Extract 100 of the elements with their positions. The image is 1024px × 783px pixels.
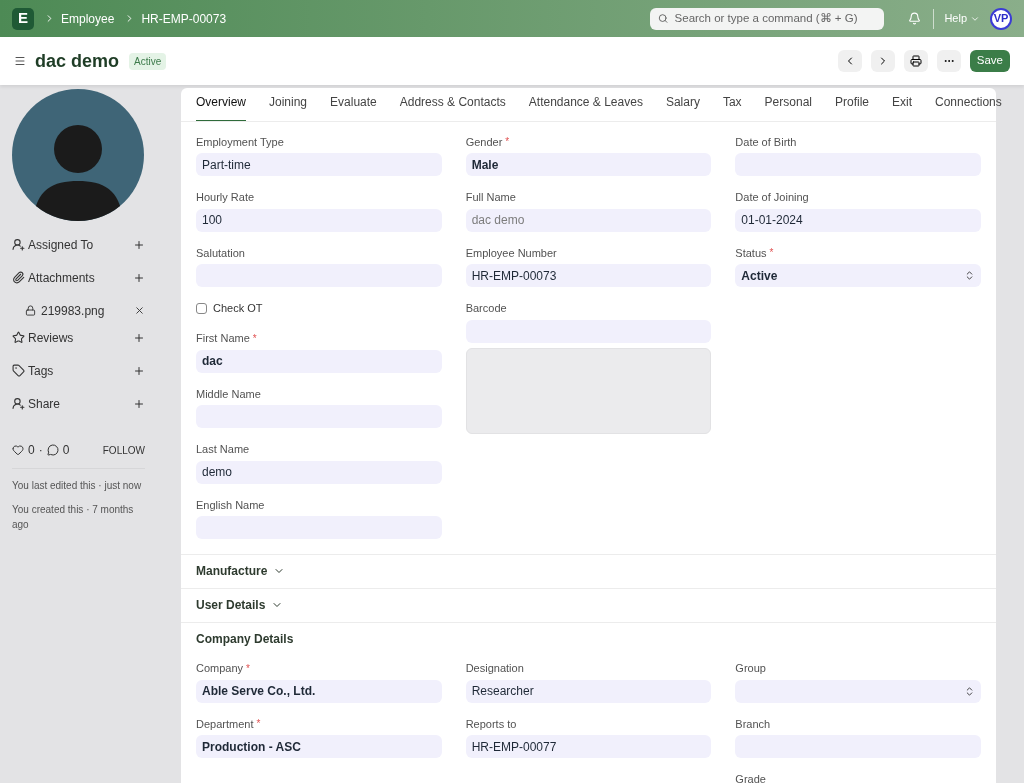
tab[interactable]: Exit xyxy=(892,93,912,121)
field-label: Branch xyxy=(735,716,771,732)
checkbox-label: Check OT xyxy=(213,301,263,317)
field-label: Date of Birth xyxy=(735,134,797,150)
field-label: Hourly Rate xyxy=(196,190,255,206)
status-badge: Active xyxy=(129,52,167,70)
breadcrumb-link[interactable]: HR-EMP-00073 xyxy=(141,9,227,28)
heart-icon[interactable] xyxy=(12,444,24,456)
sidebar-label[interactable]: Reviews xyxy=(28,328,74,347)
field-label: Department xyxy=(196,716,254,732)
search-icon xyxy=(658,13,669,24)
separator-dot: · xyxy=(38,442,43,459)
chevrons-icon xyxy=(964,270,975,281)
page-title: dac demo xyxy=(35,49,120,73)
sidebar-label[interactable]: Attachments xyxy=(28,268,95,287)
field-label: English Name xyxy=(196,497,265,513)
sidebar-label[interactable]: Tags xyxy=(28,361,54,380)
printer-icon xyxy=(909,55,922,67)
input-field[interactable]: dac demo xyxy=(465,208,712,232)
add-icon[interactable] xyxy=(133,271,145,284)
save-button[interactable]: Save xyxy=(969,50,1010,72)
tab[interactable]: Connections xyxy=(935,93,1002,121)
sidebar-label[interactable]: Assigned To xyxy=(28,235,94,254)
input-field[interactable]: Researcher xyxy=(465,679,712,703)
bell-icon[interactable] xyxy=(908,12,922,25)
required-mark: * xyxy=(769,248,774,258)
remove-icon[interactable] xyxy=(134,305,145,316)
timeline-entry: You last edited this · just now xyxy=(12,479,143,493)
required-mark: * xyxy=(252,333,257,344)
add-icon[interactable] xyxy=(133,397,145,410)
tab[interactable]: Address & Contacts xyxy=(399,93,506,121)
field-label: Grade xyxy=(735,772,766,783)
sidebar-label[interactable]: Share xyxy=(28,394,61,413)
input-field[interactable]: Production - ASC xyxy=(196,735,442,758)
field-label: Status xyxy=(735,245,767,261)
user-plus-icon xyxy=(12,397,25,410)
lock-icon xyxy=(25,305,36,316)
previous-button[interactable] xyxy=(837,50,862,72)
add-icon[interactable] xyxy=(133,364,145,377)
tab[interactable]: Salary xyxy=(665,93,700,121)
user-avatar[interactable]: VP xyxy=(990,7,1012,30)
search-field[interactable]: Search or type a command (⌘ + G) xyxy=(650,7,885,30)
menu-icon[interactable] xyxy=(14,55,26,67)
add-icon[interactable] xyxy=(133,331,145,344)
field-label: Company xyxy=(196,661,244,677)
tab[interactable]: Personal xyxy=(764,93,812,121)
tab[interactable]: Attendance & Leaves xyxy=(528,93,643,121)
comment-icon[interactable] xyxy=(46,444,59,456)
tab[interactable]: Joining xyxy=(269,93,308,121)
field-label: Barcode xyxy=(465,301,507,317)
attachment-link[interactable]: 219983.png xyxy=(41,301,105,320)
input-field[interactable]: Part-time xyxy=(196,153,442,176)
field-label: Designation xyxy=(465,661,524,677)
field-label: Reports to xyxy=(465,716,517,732)
field-label: Employee Number xyxy=(465,245,557,261)
field-label: Salutation xyxy=(196,245,245,261)
tab[interactable]: Profile xyxy=(835,93,869,121)
print-button[interactable] xyxy=(903,50,928,72)
follow-button[interactable]: FOLLOW xyxy=(102,442,145,458)
input-field[interactable]: 01-01-2024 xyxy=(735,208,981,232)
required-mark: * xyxy=(256,719,261,729)
chevrons-icon xyxy=(964,685,975,697)
field-label: Employment Type xyxy=(196,134,284,150)
star-icon xyxy=(12,331,25,344)
input-field[interactable]: Male xyxy=(465,153,712,176)
tab[interactable]: Tax xyxy=(722,93,742,121)
user-plus-icon xyxy=(12,238,25,251)
tab[interactable]: Overview xyxy=(196,93,246,121)
field-label: Full Name xyxy=(465,190,516,206)
section-header[interactable]: User Details xyxy=(181,588,299,622)
like-count: 0 xyxy=(28,442,35,459)
paperclip-icon xyxy=(12,271,25,284)
input-field[interactable]: HR-EMP-00077 xyxy=(465,735,712,758)
field-label: First Name xyxy=(196,331,250,347)
add-icon[interactable] xyxy=(133,238,145,251)
breadcrumb-link[interactable]: Employee xyxy=(61,9,115,28)
field-label: Middle Name xyxy=(196,386,261,402)
field-label: Gender xyxy=(465,134,503,150)
comment-count: 0 xyxy=(62,442,70,459)
input-field[interactable]: 100 xyxy=(196,208,442,232)
app-logo[interactable]: E xyxy=(12,7,34,30)
required-mark: * xyxy=(246,663,250,674)
input-field[interactable]: demo xyxy=(196,460,442,484)
tag-icon xyxy=(12,364,25,377)
timeline-entry: You created this · 7 months ago xyxy=(12,503,135,532)
next-button[interactable] xyxy=(870,50,895,72)
tab[interactable]: Evaluate xyxy=(330,93,377,121)
field-label: Last Name xyxy=(196,442,250,458)
input-field[interactable]: Able Serve Co., Ltd. xyxy=(196,679,442,703)
section-header[interactable]: Company Details xyxy=(181,622,309,656)
input-field[interactable]: HR-EMP-00073 xyxy=(465,264,712,287)
required-mark: * xyxy=(505,137,510,147)
more-button[interactable] xyxy=(936,50,961,72)
input-field[interactable]: dac xyxy=(196,349,442,373)
select-field[interactable] xyxy=(735,679,981,703)
section-header[interactable]: Manufacture xyxy=(181,554,301,588)
select-field[interactable]: Active xyxy=(735,264,981,287)
field-label: Date of Joining xyxy=(735,190,809,206)
field-label: Group xyxy=(735,661,766,677)
checkbox[interactable] xyxy=(196,303,207,314)
